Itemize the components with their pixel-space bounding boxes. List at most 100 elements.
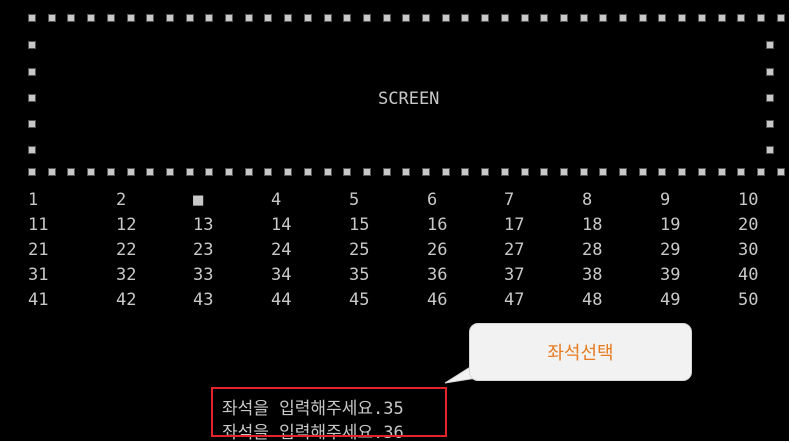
border-square [107, 14, 115, 22]
border-square [48, 168, 56, 176]
border-square [363, 168, 371, 176]
border-square [28, 168, 36, 176]
border-square [599, 14, 607, 22]
border-square [698, 168, 706, 176]
input-highlight-box [211, 387, 447, 437]
border-square [127, 14, 135, 22]
border-square [560, 14, 568, 22]
border-square [245, 14, 253, 22]
border-square [461, 14, 469, 22]
border-square [737, 14, 745, 22]
border-square [48, 14, 56, 22]
border-square [146, 168, 154, 176]
border-square [304, 14, 312, 22]
seat-number: 17 [504, 215, 525, 235]
seat-number: 23 [193, 240, 214, 260]
seat-number: 2 [116, 190, 127, 210]
seat-number: 49 [660, 290, 681, 310]
border-square [324, 168, 332, 176]
border-square [28, 68, 36, 76]
seat-number: 34 [271, 265, 292, 285]
border-square [284, 14, 292, 22]
seat-number: 50 [738, 290, 759, 310]
seat-number: 11 [28, 215, 49, 235]
seat-number: 10 [738, 190, 759, 210]
seat-number: 25 [349, 240, 370, 260]
seat-number: 44 [271, 290, 292, 310]
border-square [777, 168, 785, 176]
border-square [766, 41, 774, 49]
seat-number: 16 [427, 215, 448, 235]
border-square [402, 168, 410, 176]
seat-number: 22 [116, 240, 137, 260]
seat-number: 48 [582, 290, 603, 310]
seat-number: 12 [116, 215, 137, 235]
border-square [146, 14, 154, 22]
border-square [107, 168, 115, 176]
seat-number: 7 [504, 190, 515, 210]
seat-number: 43 [193, 290, 214, 310]
border-square [422, 14, 430, 22]
border-square [205, 14, 213, 22]
seat-number: 15 [349, 215, 370, 235]
border-square [67, 14, 75, 22]
border-square [28, 14, 36, 22]
border-square [599, 168, 607, 176]
border-square [225, 14, 233, 22]
border-square [343, 168, 351, 176]
seat-number: 28 [582, 240, 603, 260]
border-square [639, 168, 647, 176]
border-square [619, 168, 627, 176]
seat-number: 4 [271, 190, 282, 210]
seat-number: 33 [193, 265, 214, 285]
border-square [383, 14, 391, 22]
seat-number: 21 [28, 240, 49, 260]
border-square [658, 168, 666, 176]
seat-number: 1 [28, 190, 39, 210]
border-square [766, 120, 774, 128]
seat-number: 40 [738, 265, 759, 285]
seat-number: 46 [427, 290, 448, 310]
border-square [580, 168, 588, 176]
seat-number: 18 [582, 215, 603, 235]
seat-number: 41 [28, 290, 49, 310]
border-square [698, 14, 706, 22]
border-square [678, 14, 686, 22]
callout-bubble: 좌석선택 [469, 323, 692, 381]
border-square [87, 14, 95, 22]
border-square [363, 14, 371, 22]
border-square [284, 168, 292, 176]
seat-number: 9 [660, 190, 671, 210]
border-square [28, 146, 36, 154]
border-square [718, 14, 726, 22]
border-square [28, 120, 36, 128]
border-square [166, 14, 174, 22]
seat-number: 36 [427, 265, 448, 285]
border-square [481, 14, 489, 22]
border-square [678, 168, 686, 176]
border-square [540, 14, 548, 22]
border-square [777, 14, 785, 22]
border-square [766, 146, 774, 154]
border-square [442, 14, 450, 22]
seat-number: 45 [349, 290, 370, 310]
border-square [245, 168, 253, 176]
seat-number: 5 [349, 190, 360, 210]
seat-number: 14 [271, 215, 292, 235]
seat-number: 32 [116, 265, 137, 285]
seat-number: 30 [738, 240, 759, 260]
border-square [225, 168, 233, 176]
seat-number: 8 [582, 190, 593, 210]
border-square [540, 168, 548, 176]
border-square [324, 14, 332, 22]
border-square [757, 14, 765, 22]
border-square [383, 168, 391, 176]
seat-number: 26 [427, 240, 448, 260]
seat-number: 42 [116, 290, 137, 310]
selected-seat-marker: ■ [193, 190, 204, 210]
seat-number: 24 [271, 240, 292, 260]
border-square [264, 168, 272, 176]
border-square [619, 14, 627, 22]
border-square [304, 168, 312, 176]
border-square [766, 68, 774, 76]
